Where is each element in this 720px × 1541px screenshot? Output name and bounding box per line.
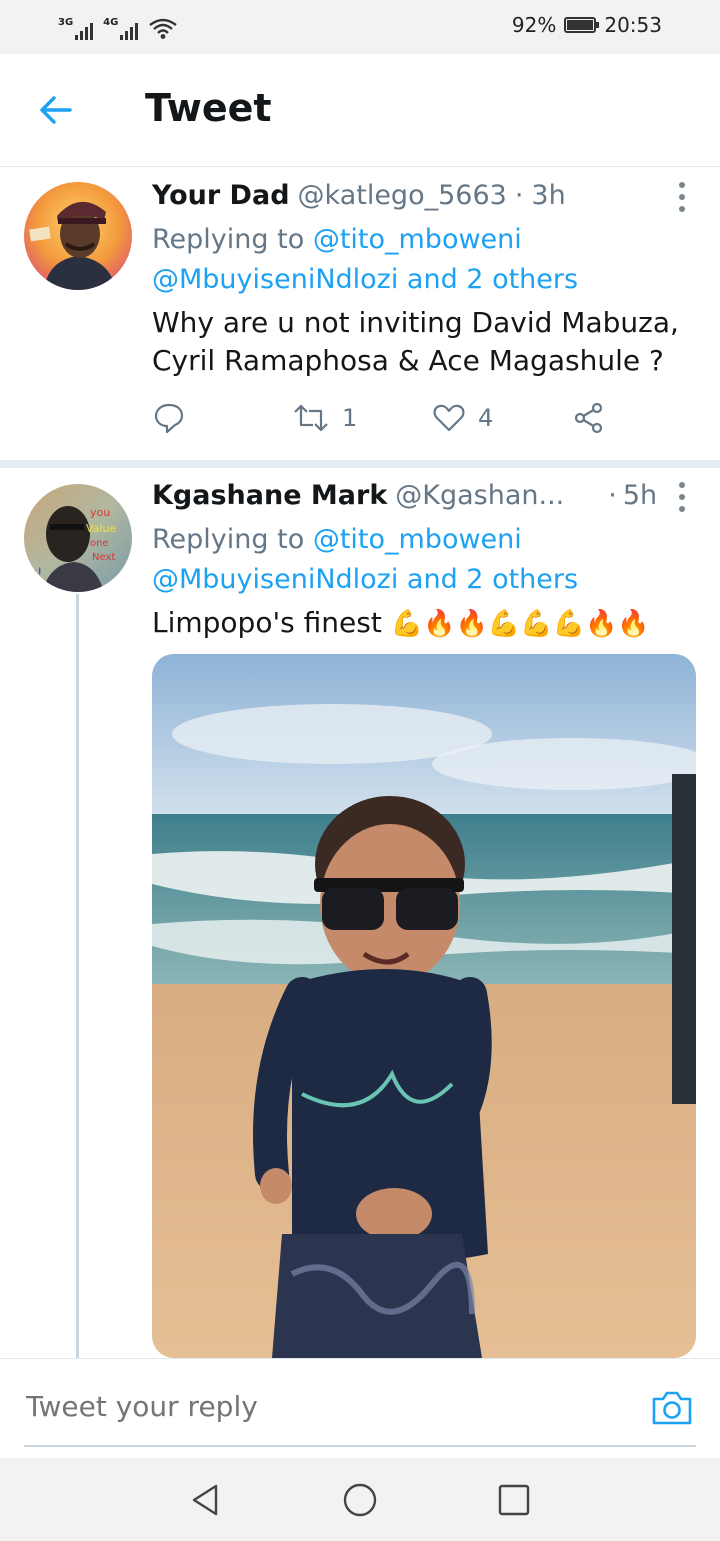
display-name[interactable]: Kgashane Mark (152, 480, 387, 511)
separator: · (514, 180, 524, 211)
tweet-content: Your Dad @katlego_5663 · 3h Replying to … (152, 180, 680, 380)
replying-to-label: Replying to (152, 224, 305, 255)
network-label-3g: 3G (58, 17, 74, 28)
camera-icon[interactable] (650, 1387, 694, 1427)
display-name[interactable]: Your Dad (152, 180, 290, 211)
network-label-4g: 4G (103, 17, 119, 28)
page-title: Tweet (145, 86, 272, 130)
share-button[interactable] (572, 401, 606, 435)
like-count: 4 (478, 404, 494, 432)
tweet-content: Kgashane Mark @Kgashan... · 5h Replying … (152, 480, 680, 643)
svg-text:one: one (90, 538, 109, 549)
status-bar: 3G 4G 92% 20:53 (0, 0, 720, 54)
home-circle-icon[interactable] (340, 1480, 380, 1520)
retweet-icon (294, 404, 328, 432)
replying-to-label: Replying to (152, 524, 305, 555)
comment-icon (154, 403, 184, 434)
tweet-text-line: Why are u not inviting David Mabuza, (152, 306, 679, 339)
signal-icon (120, 20, 139, 40)
status-right: 92% 20:53 (512, 13, 662, 37)
mention-link[interactable]: @tito_mboweni (313, 524, 522, 555)
reply-input[interactable] (24, 1389, 588, 1424)
back-triangle-icon[interactable] (186, 1480, 226, 1520)
battery-percent: 92% (511, 13, 557, 37)
tweet-header: Your Dad @katlego_5663 · 3h (152, 180, 680, 216)
tweet-header: Kgashane Mark @Kgashan... · 5h (152, 480, 680, 516)
app-header: Tweet (0, 54, 720, 167)
tweet-text-line: Limpopo's finest (152, 606, 382, 639)
mention-others-link[interactable]: @MbuyiseniNdlozi and 2 others (152, 264, 578, 295)
avatar[interactable] (24, 182, 132, 290)
replying-to: Replying to @tito_mboweni @MbuyiseniNdlo… (152, 220, 680, 300)
tweet-text-line: Cyril Ramaphosa & Ace Magashule ? (152, 344, 664, 377)
mention-others-link[interactable]: @MbuyiseniNdlozi and 2 others (152, 564, 578, 595)
tweet-actions: 1 4 (152, 398, 632, 438)
retweet-count: 1 (342, 404, 358, 432)
mention-link[interactable]: @tito_mboweni (313, 224, 522, 255)
clock: 20:53 (604, 13, 662, 37)
photo-image (152, 654, 696, 1358)
svg-text:u!: u! (28, 566, 43, 582)
system-nav-bar (0, 1458, 720, 1541)
reply-button[interactable] (152, 401, 292, 435)
more-options-icon[interactable] (678, 182, 686, 212)
signal-4g: 4G (103, 17, 139, 40)
share-icon (574, 402, 603, 434)
avatar-image: you Value one Next u! (24, 484, 132, 592)
recents-square-icon[interactable] (494, 1480, 534, 1520)
reply-bar (0, 1358, 720, 1459)
user-handle[interactable]: @katlego_5663 (298, 180, 507, 211)
status-left: 3G 4G (58, 12, 178, 40)
replying-to: Replying to @tito_mboweni @MbuyiseniNdlo… (152, 520, 680, 600)
battery-icon (564, 17, 600, 33)
wifi-icon (149, 18, 178, 39)
signal-icon (75, 20, 94, 40)
like-button[interactable]: 4 (432, 401, 572, 435)
separator: · (608, 480, 617, 511)
tweet-time: 5h (622, 480, 658, 511)
more-options-icon[interactable] (678, 482, 686, 512)
tweet-text: Why are u not inviting David Mabuza, Cyr… (152, 304, 680, 380)
tweet-time: 3h (531, 180, 566, 211)
emoji-text: 💪🔥🔥💪💪💪🔥🔥 (390, 609, 650, 639)
retweet-button[interactable]: 1 (292, 401, 432, 435)
tweet-photo[interactable] (152, 654, 696, 1358)
reply-underline (24, 1445, 696, 1447)
heart-icon (433, 404, 465, 432)
tweet-item[interactable]: Your Dad @katlego_5663 · 3h Replying to … (0, 166, 720, 460)
tweet-divider (0, 460, 720, 468)
svg-text:Next: Next (92, 552, 115, 563)
svg-text:you: you (90, 506, 110, 519)
user-handle[interactable]: @Kgashan... (395, 480, 564, 511)
signal-3g: 3G (58, 17, 94, 40)
arrow-left-icon[interactable] (36, 90, 76, 130)
avatar-text: Value (86, 522, 116, 535)
avatar[interactable]: you Value one Next u! (24, 484, 132, 592)
avatar-image (24, 182, 132, 290)
tweet-text: Limpopo's finest 💪🔥🔥💪💪💪🔥🔥 (152, 604, 680, 643)
